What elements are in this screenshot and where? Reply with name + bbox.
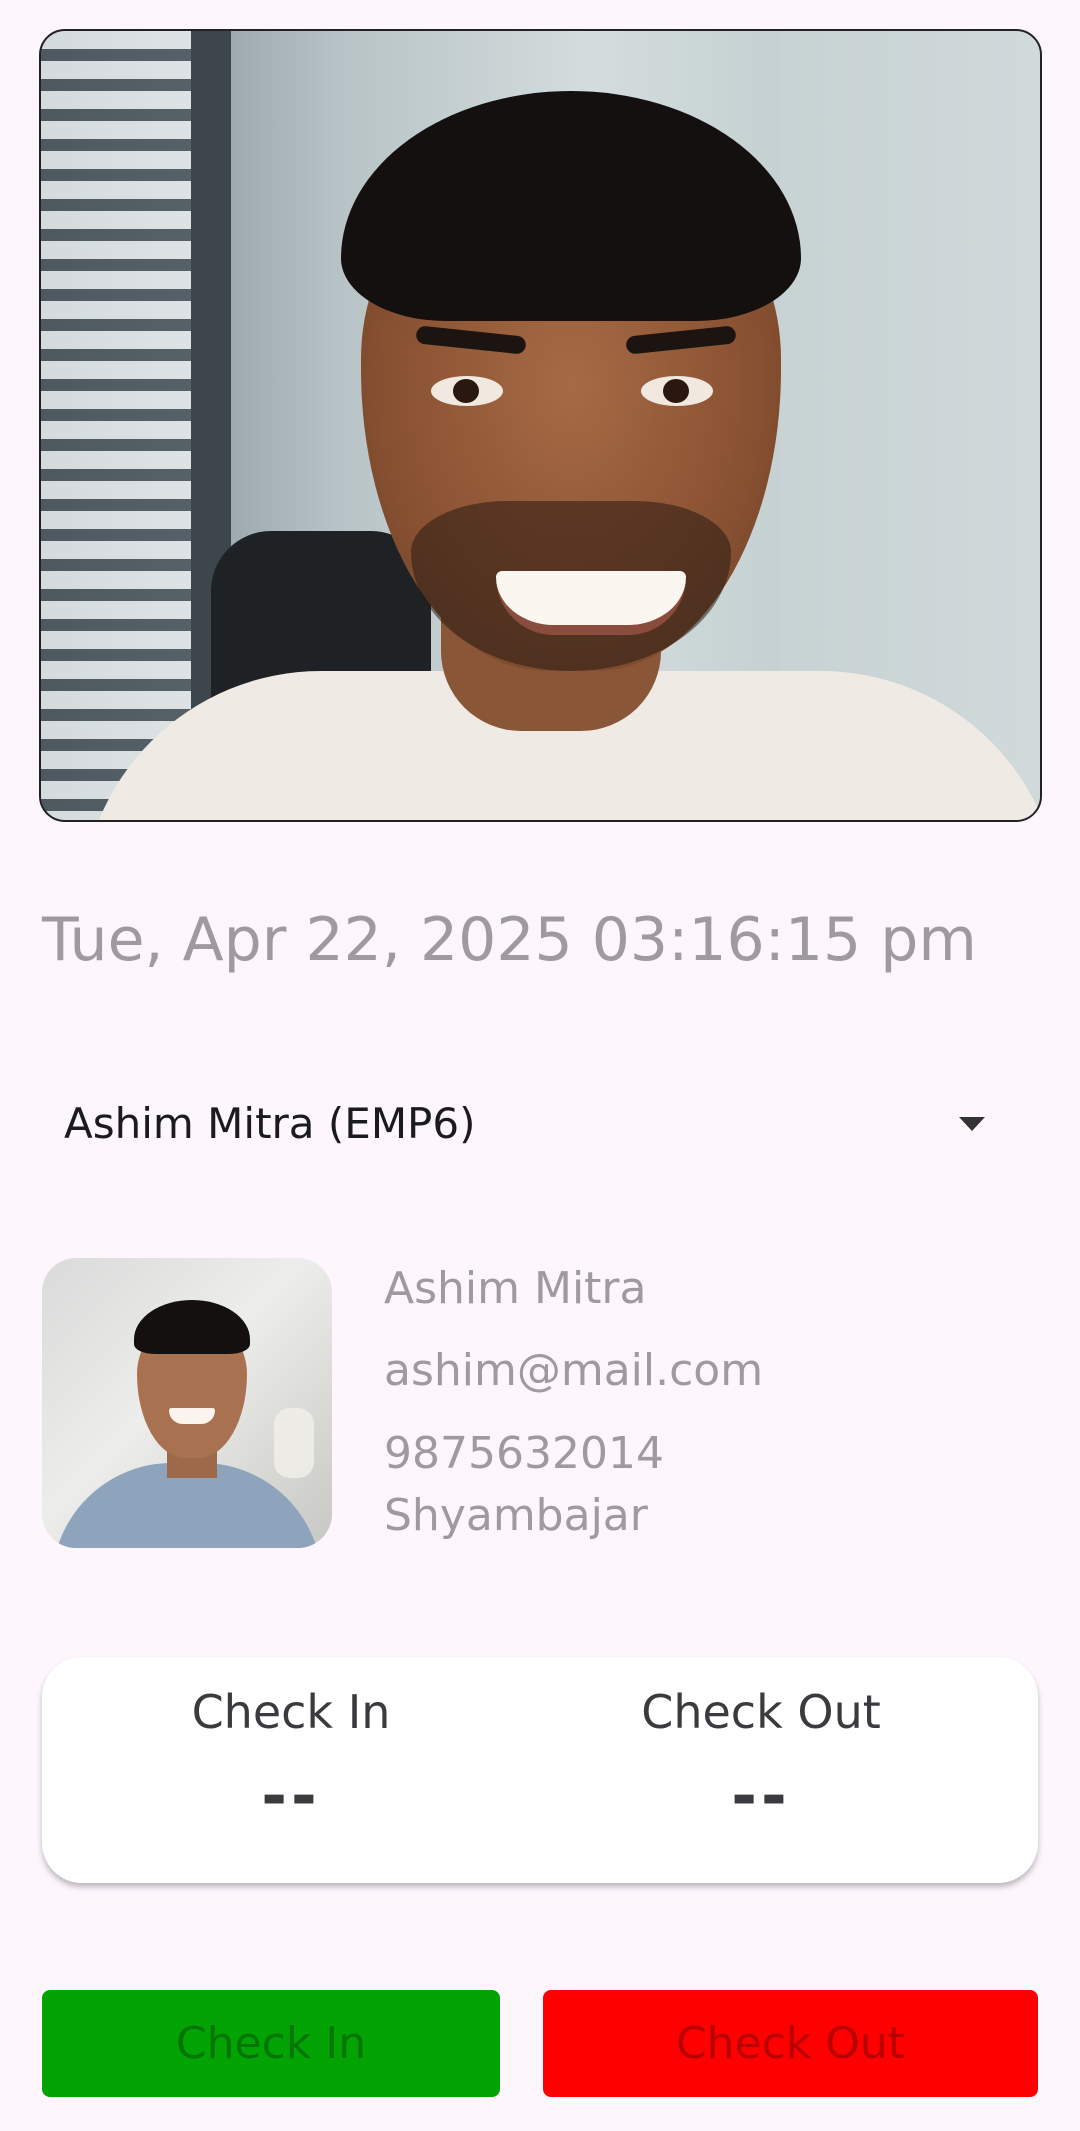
employee-location: Shyambajar <box>384 1490 648 1541</box>
employee-phone: 9875632014 <box>384 1428 664 1479</box>
employee-dropdown-value: Ashim Mitra (EMP6) <box>64 1098 476 1148</box>
dropdown-caret-icon <box>959 1117 985 1131</box>
attendance-status-card: Check In -- Check Out -- <box>42 1657 1038 1883</box>
check-out-button[interactable]: Check Out <box>543 1990 1038 2097</box>
employee-name: Ashim Mitra <box>384 1263 647 1314</box>
attendance-screen: Tue, Apr 22, 2025 03:16:15 pm Ashim Mitr… <box>0 0 1080 2131</box>
check-in-status: Check In -- <box>42 1685 540 1832</box>
current-datetime: Tue, Apr 22, 2025 03:16:15 pm <box>42 905 977 975</box>
check-in-time: -- <box>261 1759 321 1832</box>
check-in-status-label: Check In <box>191 1685 391 1739</box>
employee-avatar <box>42 1258 332 1548</box>
camera-preview <box>39 29 1042 822</box>
check-out-status-label: Check Out <box>641 1685 881 1739</box>
employee-email: ashim@mail.com <box>384 1345 764 1396</box>
check-out-status: Check Out -- <box>512 1685 1010 1832</box>
captured-face-photo <box>41 31 1040 820</box>
check-in-button[interactable]: Check In <box>42 1990 500 2097</box>
check-out-time: -- <box>731 1759 791 1832</box>
employee-dropdown[interactable]: Ashim Mitra (EMP6) <box>42 1085 1038 1161</box>
